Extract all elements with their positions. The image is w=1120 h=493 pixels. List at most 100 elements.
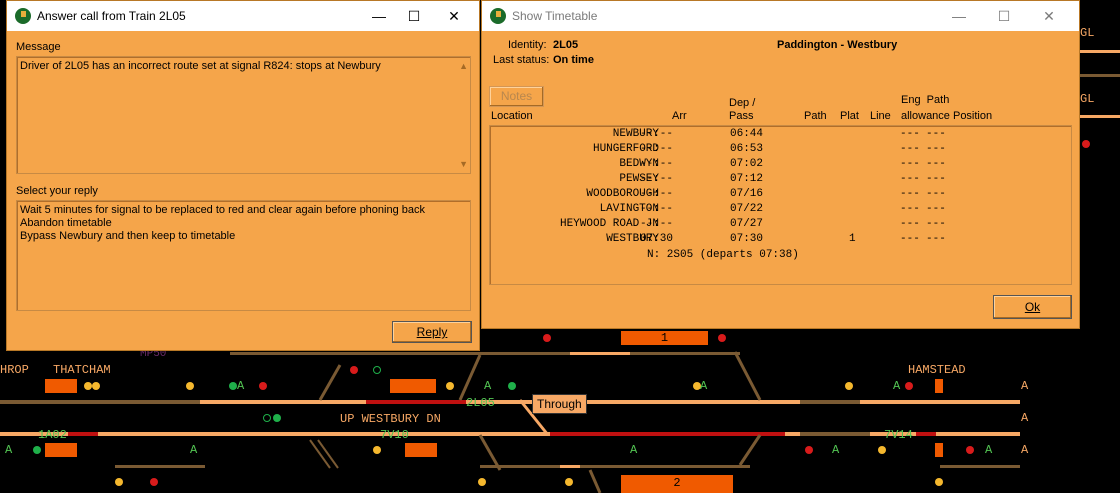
row-arr: --:-- xyxy=(640,128,674,140)
minimize-icon[interactable]: — xyxy=(944,5,974,27)
signal-amber-icon[interactable] xyxy=(446,382,454,390)
row-allowance: --- xyxy=(900,203,920,215)
reply-option[interactable]: Bypass Newbury and then keep to timetabl… xyxy=(20,230,235,242)
col-header-eng-path: Eng Path xyxy=(901,94,950,106)
train-description-2l05[interactable]: 2L05 xyxy=(466,396,495,410)
reply-label: Select your reply xyxy=(16,185,98,197)
row-allowance: --- xyxy=(900,143,920,155)
reply-option[interactable]: Wait 5 minutes for signal to be replaced… xyxy=(20,204,425,216)
signal-red-icon[interactable] xyxy=(966,446,974,454)
signal-ring-icon[interactable] xyxy=(263,414,271,422)
row-dep: 07:12 xyxy=(730,173,764,185)
close-icon[interactable]: ✕ xyxy=(1034,5,1064,27)
row-dep: 07/27 xyxy=(730,218,764,230)
row-dep: 06:44 xyxy=(730,128,764,140)
signal-green-icon[interactable] xyxy=(508,382,516,390)
col-header-arr: Arr xyxy=(672,110,687,122)
col-header-allowance-position: allowance Position xyxy=(901,110,993,122)
window-title: Show Timetable xyxy=(512,9,598,23)
signal-red-icon[interactable] xyxy=(259,382,267,390)
route-indicator: A xyxy=(985,443,993,457)
maximize-icon[interactable]: ☐ xyxy=(399,5,429,27)
route-indicator: A xyxy=(630,443,638,457)
identity-value: 2L05 xyxy=(553,39,579,51)
row-arr: --:-- xyxy=(640,143,674,155)
signal-amber-icon[interactable] xyxy=(935,478,943,486)
signal-green-icon[interactable] xyxy=(229,382,237,390)
route-indicator: A xyxy=(700,379,708,393)
signal-amber-icon[interactable] xyxy=(84,382,92,390)
signal-red-icon[interactable] xyxy=(350,366,358,374)
row-allowance: --- xyxy=(900,188,920,200)
train-description-7v14[interactable]: 7V14 xyxy=(884,428,913,442)
col-header-line: Line xyxy=(870,110,891,122)
answer-call-titlebar[interactable]: Answer call from Train 2L05 — ☐ ✕ xyxy=(7,1,479,31)
row-arr: --:-- xyxy=(640,218,674,230)
signal-red-icon[interactable] xyxy=(1082,140,1090,148)
signal-red-icon[interactable] xyxy=(150,478,158,486)
signal-red-icon[interactable] xyxy=(718,334,726,342)
scroll-down-icon[interactable]: ▼ xyxy=(459,159,468,169)
row-arr: --:-- xyxy=(640,188,674,200)
signal-amber-icon[interactable] xyxy=(92,382,100,390)
row-allowance: --- xyxy=(900,173,920,185)
row-allowance: --- xyxy=(900,128,920,140)
route-indicator: A xyxy=(237,379,245,393)
route-indicator: A xyxy=(190,443,198,457)
track-segment xyxy=(1080,74,1120,77)
signal-green-icon[interactable] xyxy=(273,414,281,422)
signal-green-icon[interactable] xyxy=(33,446,41,454)
reply-option[interactable]: Abandon timetable xyxy=(20,217,112,229)
maximize-icon[interactable]: ☐ xyxy=(989,5,1019,27)
row-position: --- xyxy=(926,203,946,215)
identity-label: Identity: xyxy=(508,39,547,51)
minimize-icon[interactable]: — xyxy=(364,5,394,27)
reply-button[interactable]: Reply xyxy=(392,321,472,343)
signal-amber-icon[interactable] xyxy=(478,478,486,486)
message-box[interactable]: Driver of 2L05 has an incorrect route se… xyxy=(16,56,471,174)
timetable-window[interactable]: Show Timetable — ☐ ✕ Identity: 2L05 Padd… xyxy=(481,0,1080,329)
station-platform xyxy=(45,443,77,457)
row-position: --- xyxy=(926,173,946,185)
station-platform xyxy=(935,379,943,393)
row-arr: --:-- xyxy=(640,203,674,215)
answer-call-window[interactable]: Answer call from Train 2L05 — ☐ ✕ Messag… xyxy=(6,0,480,351)
route-text: Paddington - Westbury xyxy=(777,39,898,51)
row-allowance: --- xyxy=(900,233,920,245)
scroll-up-icon[interactable]: ▲ xyxy=(459,61,468,71)
row-position: --- xyxy=(926,128,946,140)
a-marker: A xyxy=(1021,411,1029,425)
track-segment xyxy=(1080,115,1120,118)
signal-red-icon[interactable] xyxy=(805,446,813,454)
signal-red-icon[interactable] xyxy=(905,382,913,390)
notes-button[interactable]: Notes xyxy=(489,86,544,107)
signal-amber-icon[interactable] xyxy=(186,382,194,390)
col-header-location: Location xyxy=(491,110,533,122)
signal-amber-icon[interactable] xyxy=(565,478,573,486)
train-description-1a02[interactable]: 1A02 xyxy=(38,428,67,442)
row-position: --- xyxy=(926,233,946,245)
window-title: Answer call from Train 2L05 xyxy=(37,9,186,23)
row-dep: 07:02 xyxy=(730,158,764,170)
signal-ring-icon[interactable] xyxy=(373,366,381,374)
ok-button[interactable]: Ok xyxy=(993,295,1072,319)
train-description-7v10[interactable]: 7V10 xyxy=(380,428,409,442)
station-platform xyxy=(45,379,77,393)
signal-amber-icon[interactable] xyxy=(878,446,886,454)
signal-amber-icon[interactable] xyxy=(115,478,123,486)
through-tooltip: Through xyxy=(532,394,587,414)
signal-red-icon[interactable] xyxy=(543,334,551,342)
row-arr: 07:30 xyxy=(640,233,674,245)
signal-amber-icon[interactable] xyxy=(845,382,853,390)
reply-list[interactable]: Wait 5 minutes for signal to be replaced… xyxy=(16,200,471,311)
row-position: --- xyxy=(926,188,946,200)
row-allowance: --- xyxy=(900,158,920,170)
signal-amber-icon[interactable] xyxy=(373,446,381,454)
station-platform xyxy=(935,443,943,457)
station-platform xyxy=(390,379,436,393)
timetable-list[interactable]: NEWBURY --:-- 06:44 --- --- HUNGERFORD --:-- 06… xyxy=(489,125,1072,285)
close-icon[interactable]: ✕ xyxy=(439,5,469,27)
status-value: On time xyxy=(553,54,594,66)
station-platform xyxy=(405,443,437,457)
timetable-titlebar[interactable]: Show Timetable — ☐ ✕ xyxy=(482,1,1079,31)
